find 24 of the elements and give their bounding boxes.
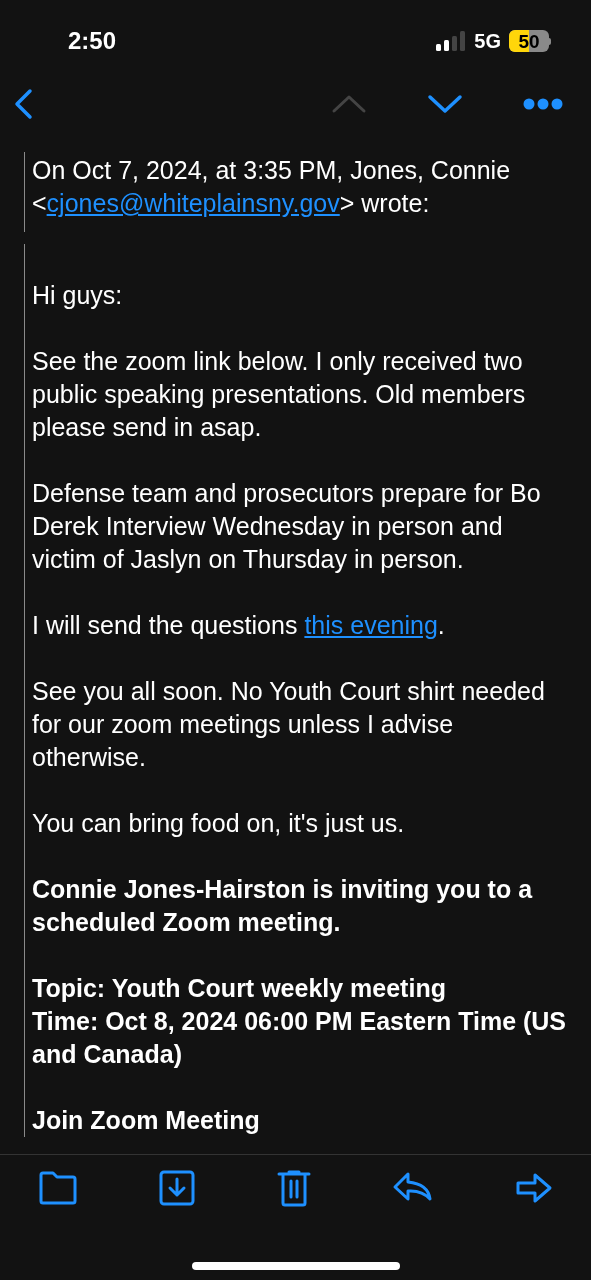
bold-paragraph: Connie Jones-Hairston is inviting you to a scheduled Zoom meeting. <box>32 874 534 938</box>
network-label: 5G <box>474 29 501 54</box>
bold-paragraph: Time: Oct 8, 2024 06:00 PM Eastern Time (US and Canada) <box>32 1006 568 1070</box>
paragraph: You can bring food on, it's just us. <box>32 808 406 839</box>
paragraph: I will send the questions this evening. <box>32 610 446 641</box>
paragraph: Defense team and prosecutors prepare for Bo Derek Interview Wednesday in person and victim of Jaslyn on Thursday in person. <box>32 478 542 575</box>
more-button[interactable] <box>523 97 563 111</box>
signal-icon <box>436 31 467 51</box>
quote-header: On Oct 7, 2024, at 3:35 PM, Jones, Connie <cjones@whiteplainsny.gov> wrote: <box>32 155 512 219</box>
link[interactable]: cjones@whiteplainsny.gov <box>46 189 340 217</box>
status-time: 2:50 <box>68 26 117 56</box>
next-message-button[interactable] <box>427 93 463 115</box>
archive-button[interactable] <box>159 1170 196 1206</box>
forward-button[interactable] <box>515 1172 553 1204</box>
paragraph: See the zoom link below. I only received two public speaking presentations. Old members please send in asap. <box>32 346 527 443</box>
folder-button[interactable] <box>38 1171 78 1205</box>
bold-paragraph: Topic: Youth Court weekly meeting <box>32 973 447 1004</box>
link[interactable]: this evening <box>304 611 438 639</box>
bold-paragraph: Join Zoom Meeting <box>32 1105 261 1136</box>
battery-icon: 50 <box>509 30 551 52</box>
trash-button[interactable] <box>276 1169 311 1207</box>
back-button[interactable] <box>12 88 34 120</box>
paragraph: Hi guys: <box>32 280 124 311</box>
paragraph: See you all soon. No Youth Court shirt needed for our zoom meetings unless I advise otherwise. <box>32 676 546 773</box>
